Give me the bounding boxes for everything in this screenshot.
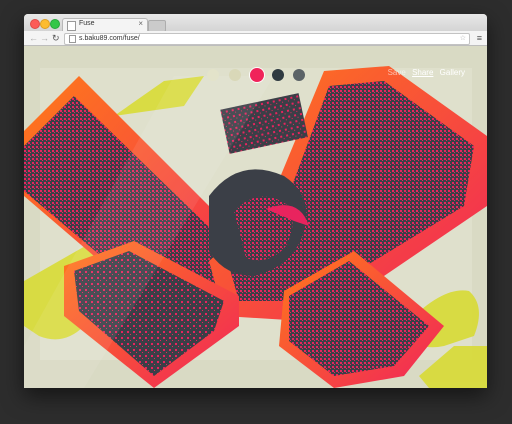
- page-icon: [69, 35, 76, 43]
- address-bar[interactable]: s.baku89.com/fuse/ ☆: [64, 33, 470, 45]
- palette-swatch-2[interactable]: [229, 69, 241, 81]
- close-window-button[interactable]: [30, 19, 40, 29]
- fuse-canvas-area[interactable]: Save Share Gallery: [24, 46, 487, 388]
- url-text[interactable]: s.baku89.com/fuse/: [79, 34, 140, 44]
- tab-title: Fuse: [79, 20, 95, 27]
- arrow-right-icon[interactable]: →: [40, 32, 49, 44]
- palette-swatch-4[interactable]: [272, 69, 284, 81]
- browser-window: Fuse × ← → ↻ s.baku89.com/fuse/ ☆ ≡ Save…: [24, 14, 487, 388]
- browser-toolbar: ← → ↻ s.baku89.com/fuse/ ☆ ≡: [24, 31, 487, 46]
- save-link[interactable]: Save: [388, 68, 406, 77]
- star-icon[interactable]: ☆: [460, 34, 466, 44]
- title-bar: Fuse ×: [24, 14, 487, 32]
- reload-icon[interactable]: ↻: [52, 32, 60, 44]
- tab-close-icon[interactable]: ×: [138, 19, 143, 28]
- palette-swatch-1[interactable]: [207, 69, 219, 81]
- arrow-left-icon[interactable]: ←: [29, 32, 38, 44]
- minimize-window-button[interactable]: [40, 19, 50, 29]
- hamburger-menu-icon[interactable]: ≡: [477, 32, 482, 44]
- fuse-artwork-canvas[interactable]: [24, 46, 487, 388]
- palette-swatch-5[interactable]: [293, 69, 305, 81]
- palette-swatch-3-selected[interactable]: [250, 68, 264, 82]
- share-link[interactable]: Share: [412, 68, 433, 77]
- browser-tab[interactable]: Fuse ×: [62, 18, 148, 32]
- page-favicon-icon: [67, 21, 76, 31]
- gallery-link[interactable]: Gallery: [440, 68, 465, 77]
- zoom-window-button[interactable]: [50, 19, 60, 29]
- top-right-links: Save Share Gallery: [384, 68, 465, 77]
